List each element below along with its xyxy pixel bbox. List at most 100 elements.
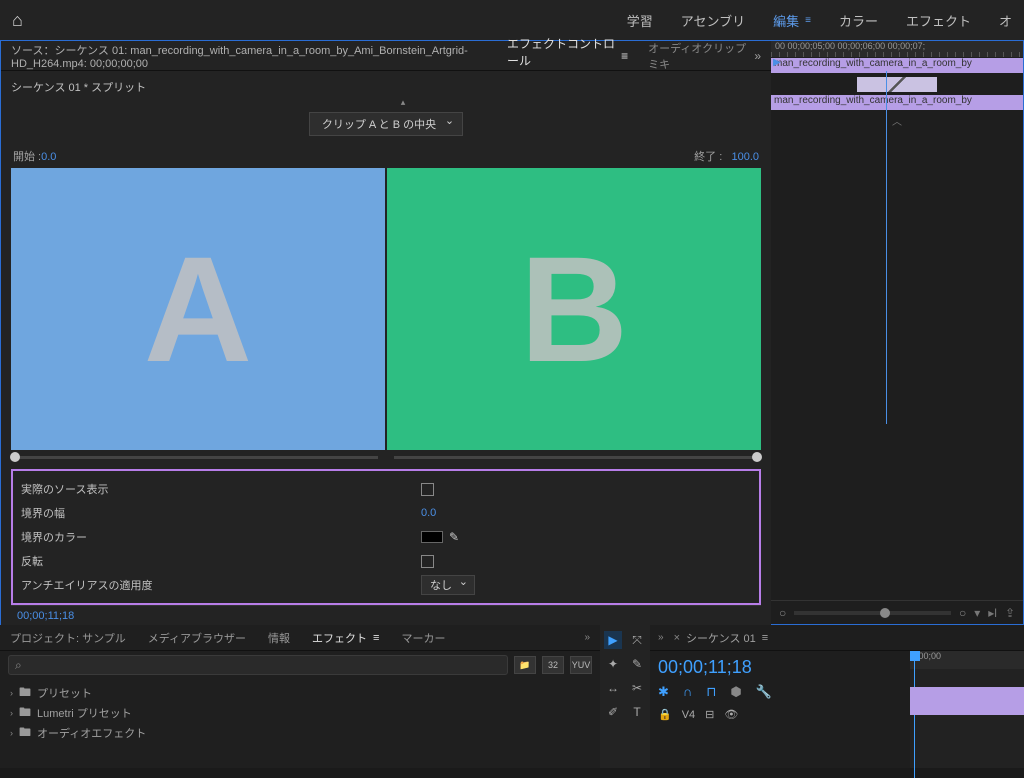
ws-tab-more[interactable]: オ	[999, 11, 1012, 30]
pen-tool-icon[interactable]: ✐	[604, 703, 622, 721]
zoom-scrollbar[interactable]	[794, 611, 951, 615]
actual-source-checkbox[interactable]	[421, 483, 434, 496]
ws-tab-edit[interactable]: 編集≡	[773, 11, 811, 30]
start-value[interactable]: 0.0	[41, 151, 56, 163]
border-color-swatch[interactable]	[421, 531, 443, 543]
bottom-row: プロジェクト: サンプル メディアブラウザー 情報 エフェクト≡ マーカー » …	[0, 625, 1024, 768]
letter-b: B	[520, 223, 628, 396]
ws-tab-effect[interactable]: エフェクト	[906, 11, 971, 30]
tab-effects[interactable]: エフェクト≡	[312, 630, 379, 646]
transition-properties: 実際のソース表示 境界の幅0.0 境界のカラー✎ 反転 アンチエイリアスの適用度…	[11, 469, 761, 605]
end-value[interactable]: 100.0	[731, 151, 759, 163]
overflow-icon[interactable]: »	[754, 49, 761, 63]
border-width-value[interactable]: 0.0	[421, 507, 436, 519]
overflow-icon[interactable]: »	[658, 632, 664, 643]
scroll-thumb[interactable]	[880, 608, 890, 618]
slider-thumb[interactable]	[10, 452, 20, 462]
sequence-ruler[interactable]: ;00;00	[910, 651, 1024, 669]
sequence-tab[interactable]: シーケンス 01	[686, 630, 756, 646]
timeline-ruler[interactable]: 00 00;00;05;00 00;00;06;00 00;00;07;	[771, 41, 1023, 57]
slip-tool-icon[interactable]: ✂	[628, 679, 646, 697]
hand-tool-icon[interactable]: T	[628, 703, 646, 721]
tab-project[interactable]: プロジェクト: サンプル	[10, 630, 126, 646]
prop-border-width-label: 境界の幅	[21, 505, 421, 521]
home-icon[interactable]: ⌂	[12, 10, 23, 31]
dot-icon: ○	[959, 606, 966, 620]
filter-btn-2[interactable]: 32	[542, 656, 564, 674]
clip-a-preview: A	[11, 168, 385, 450]
slider-thumb[interactable]	[752, 452, 762, 462]
effects-tree: ›🖿プリセット ›🖿Lumetri プリセット › 🖿 オーディオエフェクト	[0, 679, 600, 747]
selection-tool-icon[interactable]: ▶	[604, 631, 622, 649]
settings-icon[interactable]: 🔧	[756, 684, 772, 700]
ws-tab-edit-label: 編集	[773, 11, 799, 30]
tree-lumetri[interactable]: ›🖿Lumetri プリセット	[10, 703, 590, 723]
tab-media-browser[interactable]: メディアブラウザー	[148, 630, 246, 646]
lock-icon[interactable]: 🔒	[658, 708, 672, 721]
slider-row	[11, 456, 761, 459]
playhead-marker-icon[interactable]: ▶	[773, 57, 781, 68]
tree-presets[interactable]: ›🖿プリセット	[10, 683, 590, 703]
track-header: 🔒 V4 ⊟ 👁	[658, 708, 902, 721]
magnet-icon[interactable]: ∩	[683, 684, 692, 700]
ripple-tool-icon[interactable]: ✦	[604, 655, 622, 673]
clip-a-bar[interactable]: man_recording_with_camera_in_a_room_by	[771, 58, 1023, 73]
tree-audio-effects[interactable]: ›🖿オーディオエフェクト	[10, 723, 590, 743]
ab-preview: A B	[11, 168, 761, 450]
rate-tool-icon[interactable]: ✎	[628, 655, 646, 673]
tree-label: Lumetri プリセット	[37, 705, 132, 721]
filter-btn-1[interactable]: 📁	[514, 656, 536, 674]
export-icon[interactable]: ⇪	[1005, 606, 1015, 620]
audio-clip-mixer-tab[interactable]: オーディオクリップミキ	[648, 40, 748, 72]
menu-icon[interactable]: ≡	[621, 49, 628, 63]
track-label[interactable]: V4	[682, 709, 695, 721]
end-slider[interactable]	[394, 456, 761, 459]
tab-markers[interactable]: マーカー	[401, 630, 445, 646]
folder-icon: 🖿	[19, 723, 31, 744]
tree-label: オーディオエフェクト	[37, 725, 146, 741]
eye-icon[interactable]: 👁	[724, 708, 738, 721]
filter-btn-3[interactable]: YUV	[570, 656, 592, 674]
marker-icon[interactable]: ⬢	[730, 684, 741, 700]
bottom-panel-tabs: プロジェクト: サンプル メディアブラウザー 情報 エフェクト≡ マーカー »	[0, 625, 600, 651]
antialias-dropdown[interactable]: なし	[421, 575, 475, 595]
menu-icon[interactable]: ≡	[762, 632, 768, 644]
sequence-timeline[interactable]: ;00;00	[910, 651, 1024, 768]
sequence-panel: » × シーケンス 01 ≡ 00;00;11;18 ✱ ∩ ⊓ ⬢ 🔧 🔒 V…	[650, 625, 1024, 768]
chevron-up-icon[interactable]: ︿	[771, 113, 1023, 128]
ws-tab-color[interactable]: カラー	[839, 11, 878, 30]
skip-icon[interactable]: ▸l	[988, 606, 997, 620]
eyedropper-icon[interactable]: ✎	[449, 530, 459, 544]
ws-tab-learn[interactable]: 学習	[627, 11, 653, 30]
source-tab[interactable]: ソース：シーケンス 01: man_recording_with_camera_…	[11, 42, 507, 70]
sequence-clip[interactable]	[910, 687, 1024, 715]
tab-info[interactable]: 情報	[268, 630, 290, 646]
transition-block[interactable]	[857, 77, 937, 92]
track-select-icon[interactable]: ⤧	[628, 631, 646, 649]
sequence-timecode[interactable]: 00;00;11;18	[658, 657, 902, 678]
ws-tab-assembly[interactable]: アセンブリ	[681, 11, 745, 30]
effects-search-row: ⌕ 📁 32 YUV	[0, 651, 600, 679]
start-slider[interactable]	[11, 456, 378, 459]
sequence-body: 00;00;11;18 ✱ ∩ ⊓ ⬢ 🔧 🔒 V4 ⊟ 👁 ;00;00	[650, 651, 1024, 768]
playhead-line[interactable]	[886, 71, 887, 424]
playhead-head-icon[interactable]	[910, 651, 920, 661]
clip-b-bar[interactable]: man_recording_with_camera_in_a_room_by	[771, 95, 1023, 110]
tree-label: プリセット	[37, 685, 92, 701]
search-input[interactable]: ⌕	[8, 655, 508, 675]
prop-actual-source-label: 実際のソース表示	[21, 481, 421, 497]
menu-icon[interactable]: ≡	[373, 632, 379, 644]
target-icon[interactable]: ⊟	[705, 708, 714, 721]
playhead-line	[914, 661, 915, 778]
chevron-right-icon: ›	[10, 708, 13, 718]
linked-icon[interactable]: ⊓	[706, 684, 716, 700]
timecode-bar: 00;00;11;18	[11, 605, 761, 626]
close-icon[interactable]: ×	[674, 632, 680, 644]
filter-icon[interactable]: ▾	[974, 606, 980, 620]
reverse-checkbox[interactable]	[421, 555, 434, 568]
razor-tool-icon[interactable]: ↔	[604, 679, 622, 697]
snap-icon[interactable]: ✱	[658, 684, 669, 700]
overflow-icon[interactable]: »	[584, 632, 590, 643]
main-row: ソース：シーケンス 01: man_recording_with_camera_…	[0, 40, 1024, 625]
alignment-dropdown[interactable]: クリップ A と B の中央	[309, 112, 463, 136]
